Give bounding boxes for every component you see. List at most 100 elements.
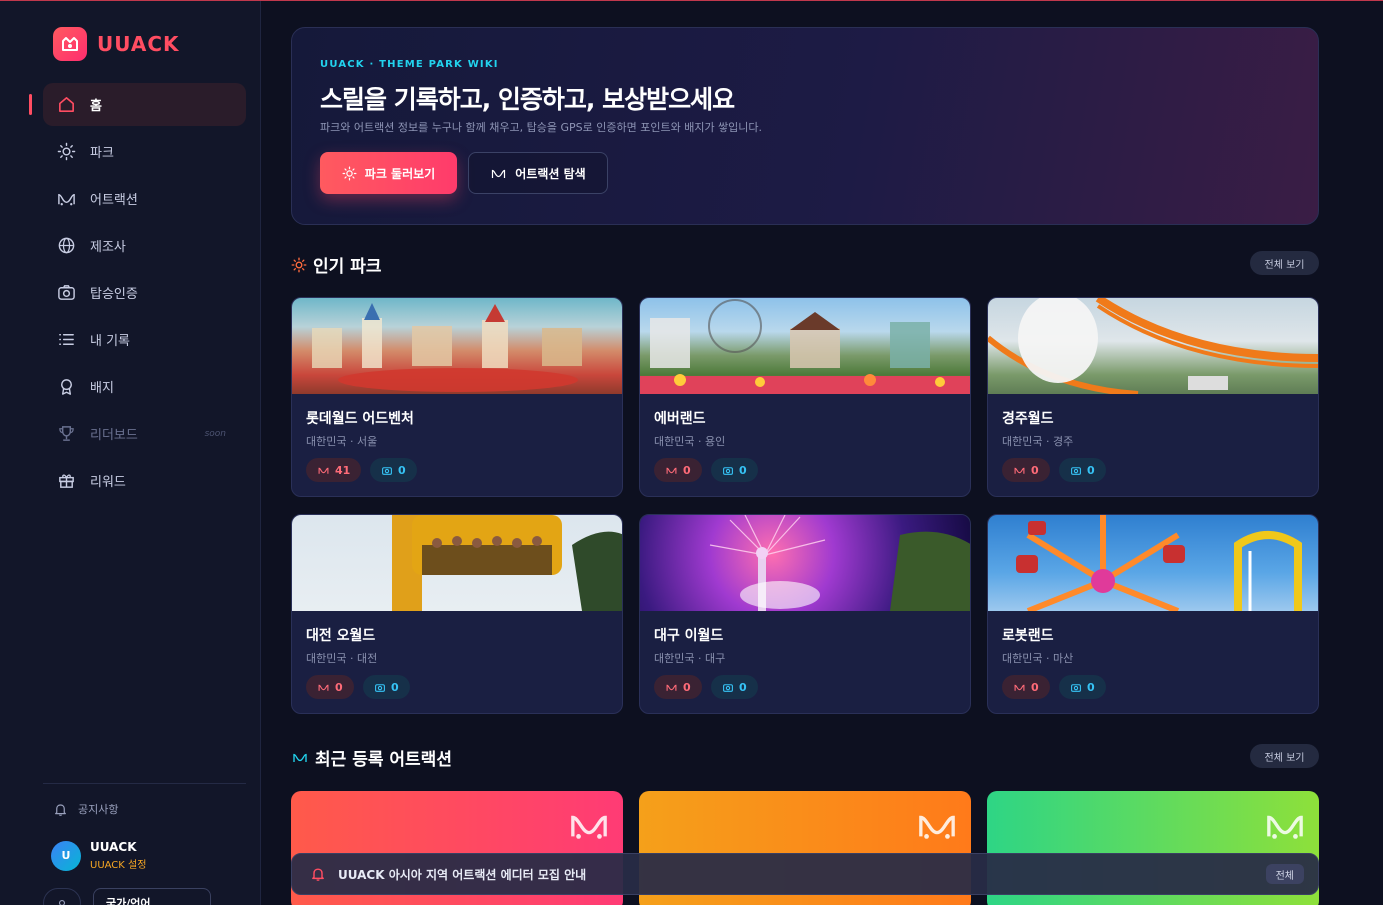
sidebar-item-label: 파크 xyxy=(90,146,114,161)
sidebar-item-label: 탑승인증 xyxy=(90,287,138,302)
verification-count-pill: 0 xyxy=(363,675,410,699)
attraction-count-pill: 0 xyxy=(1002,675,1050,699)
attraction-count-pill: 0 xyxy=(654,458,702,482)
sun-icon xyxy=(58,899,66,905)
attraction-count: 0 xyxy=(683,680,691,694)
hero-kicker: UUACK · THEME PARK WIKI xyxy=(320,59,499,70)
badge-icon xyxy=(61,379,72,395)
list-icon xyxy=(59,334,74,345)
coaster-icon xyxy=(1014,684,1025,691)
coaster-icon xyxy=(492,169,506,178)
park-card-lotteworld[interactable]: 롯데월드 어드벤처 대한민국 · 서울 41 0 xyxy=(291,297,623,497)
user-name: UUACK xyxy=(90,840,137,854)
globe-icon xyxy=(58,237,75,254)
park-location: 대한민국 · 마산 xyxy=(1002,652,1074,665)
sidebar-item-attractions[interactable]: 어트랙션 xyxy=(43,177,246,220)
explore-attractions-label: 어트랙션 탐색 xyxy=(515,166,586,181)
sidebar-item-my-records[interactable]: 내 기록 xyxy=(43,318,246,361)
park-photo xyxy=(292,515,622,611)
language-button[interactable]: 국가/언어 xyxy=(93,888,211,905)
attraction-count-pill: 0 xyxy=(654,675,702,699)
verification-count: 0 xyxy=(398,463,406,477)
sidebar-divider xyxy=(43,783,246,784)
notice-label: 공지사항 xyxy=(78,803,119,816)
sidebar-item-label: 리워드 xyxy=(90,475,126,490)
sidebar-item-badges[interactable]: 배지 xyxy=(43,365,246,408)
hero-title: 스릴을 기록하고, 인증하고, 보상받으세요 xyxy=(320,85,735,114)
park-name: 경주월드 xyxy=(1002,411,1054,427)
park-photo xyxy=(988,515,1318,611)
sun-icon xyxy=(57,142,76,161)
browse-parks-button[interactable]: 파크 둘러보기 xyxy=(320,152,457,194)
hero-banner: UUACK · THEME PARK WIKI 스릴을 기록하고, 인증하고, … xyxy=(291,27,1319,225)
explore-attractions-button[interactable]: 어트랙션 탐색 xyxy=(468,152,608,194)
logo-text: UUACK xyxy=(97,32,180,56)
park-name: 대전 오월드 xyxy=(306,628,376,644)
coaster-icon xyxy=(666,467,677,474)
theme-toggle[interactable] xyxy=(43,888,81,905)
park-name: 대구 이월드 xyxy=(654,628,724,644)
announcement-all-button[interactable]: 전체 xyxy=(1265,864,1304,884)
attraction-count-pill: 0 xyxy=(1002,458,1050,482)
logo-icon xyxy=(53,27,87,61)
browse-parks-label: 파크 둘러보기 xyxy=(364,166,436,181)
park-card-everland[interactable]: 에버랜드 대한민국 · 용인 0 0 xyxy=(639,297,971,497)
sun-icon xyxy=(342,166,357,180)
announcement-toast[interactable]: UUACK 아시아 지역 어트랙션 에디터 모집 안내 전체 xyxy=(291,853,1319,895)
coaster-icon xyxy=(318,467,329,474)
sidebar-item-rewards[interactable]: 리워드 xyxy=(43,459,246,502)
park-photo xyxy=(988,298,1318,394)
attraction-count: 41 xyxy=(335,463,351,477)
coaster-icon xyxy=(1014,467,1025,474)
park-photo xyxy=(640,515,970,611)
home-icon xyxy=(59,97,74,112)
coaster-icon xyxy=(293,753,307,762)
sidebar-item-label: 어트랙션 xyxy=(90,193,138,208)
recent-attractions-title: 최근 등록 어트랙션 xyxy=(315,750,452,770)
park-card-robotland[interactable]: 로봇랜드 대한민국 · 마산 0 0 xyxy=(987,514,1319,714)
park-card-eworld[interactable]: 대구 이월드 대한민국 · 대구 0 0 xyxy=(639,514,971,714)
soon-tag: soon xyxy=(204,428,226,439)
verification-count: 0 xyxy=(1087,463,1095,477)
verification-count-pill: 0 xyxy=(370,458,417,482)
sidebar-item-label: 내 기록 xyxy=(90,334,131,349)
park-location: 대한민국 · 대전 xyxy=(306,652,378,665)
park-name: 롯데월드 어드벤처 xyxy=(306,411,414,427)
sidebar-item-parks[interactable]: 파크 xyxy=(43,130,246,173)
announcement-text: UUACK 아시아 지역 어트랙션 에디터 모집 안내 xyxy=(338,867,587,882)
sidebar-item-verify[interactable]: 탑승인증 xyxy=(43,271,246,314)
camera-icon xyxy=(723,466,733,475)
coaster-logo-icon xyxy=(571,815,607,839)
notice-link[interactable]: 공지사항 xyxy=(53,801,118,817)
park-card-oworld[interactable]: 대전 오월드 대한민국 · 대전 0 0 xyxy=(291,514,623,714)
attraction-count-pill: 41 xyxy=(306,458,362,482)
popular-parks-heading: 인기 파크 xyxy=(291,252,381,277)
park-location: 대한민국 · 용인 xyxy=(654,435,726,448)
coaster-icon xyxy=(318,684,329,691)
sidebar-bottom-controls: 국가/언어 xyxy=(43,888,211,905)
verification-count-pill: 0 xyxy=(711,675,758,699)
bell-icon xyxy=(55,803,66,816)
bell-icon xyxy=(312,868,324,881)
camera-icon xyxy=(723,683,733,692)
sidebar-item-leaderboard: 리더보드 soon xyxy=(43,412,246,455)
avatar: U xyxy=(51,840,81,871)
sidebar-item-home[interactable]: 홈 xyxy=(29,83,246,126)
verification-count: 0 xyxy=(739,463,747,477)
top-accent-line xyxy=(0,0,1383,1)
sidebar-item-label: 제조사 xyxy=(90,240,126,255)
user-profile[interactable]: U UUACK UUACK 설정 xyxy=(51,840,146,871)
popular-parks-see-all[interactable]: 전체 보기 xyxy=(1250,251,1319,275)
verification-count: 0 xyxy=(739,680,747,694)
coaster-logo-icon xyxy=(1267,815,1303,839)
park-card-gyeongjuworld[interactable]: 경주월드 대한민국 · 경주 0 0 xyxy=(987,297,1319,497)
attraction-count: 0 xyxy=(1031,680,1039,694)
coaster-icon xyxy=(58,193,75,206)
sidebar-item-manufacturers[interactable]: 제조사 xyxy=(43,224,246,267)
logo[interactable]: UUACK xyxy=(53,27,180,61)
park-name: 로봇랜드 xyxy=(1002,628,1054,644)
gift-icon xyxy=(59,474,74,488)
user-settings-link[interactable]: UUACK 설정 xyxy=(90,856,146,871)
recent-attractions-see-all[interactable]: 전체 보기 xyxy=(1250,744,1319,768)
sun-icon xyxy=(291,257,307,272)
